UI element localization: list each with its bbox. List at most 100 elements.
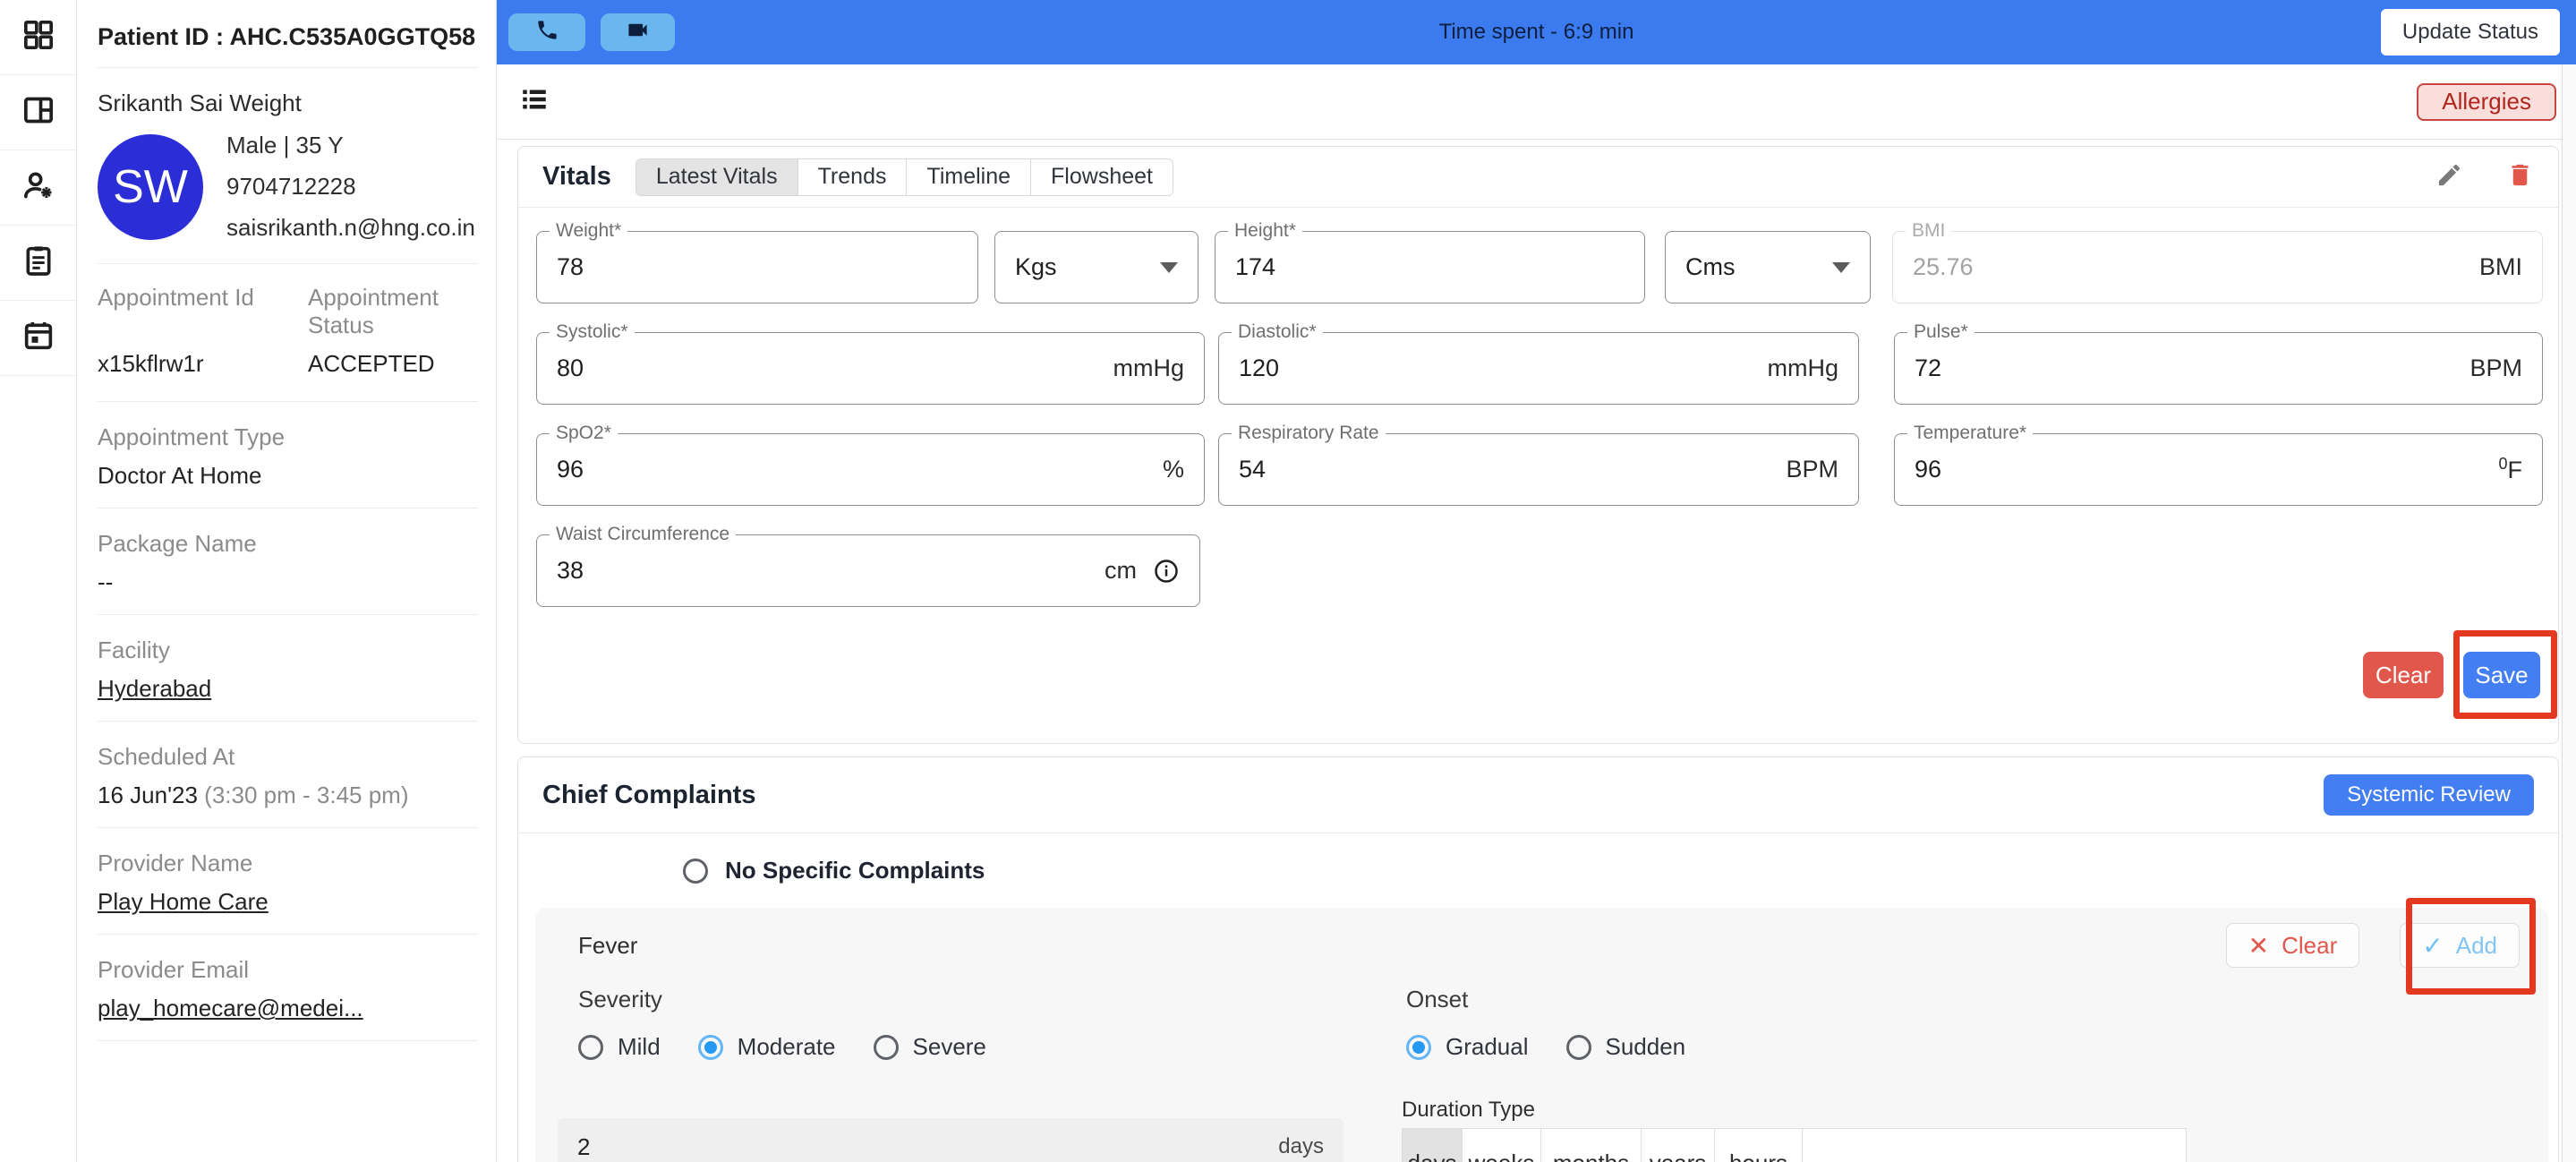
systemic-review-button[interactable]: Systemic Review bbox=[2324, 774, 2534, 816]
diastolic-suffix: mmHg bbox=[1768, 355, 1839, 382]
vitals-form: Weight* 78 Kgs Height* 174 Cms bbox=[518, 208, 2558, 607]
bmi-value: 25.76 bbox=[1913, 253, 2479, 281]
weight-label: Weight* bbox=[550, 220, 627, 242]
sidebar-item-clipboard[interactable] bbox=[0, 226, 76, 301]
spo2-field[interactable]: SpO2* 96 % bbox=[536, 433, 1205, 506]
phone-call-button[interactable] bbox=[508, 13, 585, 51]
scheduled-at-value: 16 Jun'23 (3:30 pm - 3:45 pm) bbox=[98, 782, 478, 809]
pulse-suffix: BPM bbox=[2469, 355, 2522, 382]
delete-vitals-button[interactable] bbox=[2506, 161, 2534, 193]
complaint-add-label: Add bbox=[2456, 932, 2497, 960]
radio-circle bbox=[1566, 1035, 1591, 1060]
package-name-label: Package Name bbox=[98, 530, 478, 558]
no-specific-complaints-option[interactable]: No Specific Complaints bbox=[518, 833, 2558, 908]
onset-option-sudden[interactable]: Sudden bbox=[1566, 1033, 1686, 1061]
onset-group: Onset Gradual Sudden bbox=[1406, 986, 1723, 1061]
weight-field[interactable]: Weight* 78 bbox=[536, 231, 978, 303]
severity-group: Severity Mild Moderate bbox=[578, 986, 1024, 1061]
radio-circle-selected bbox=[698, 1035, 723, 1060]
tab-flowsheet[interactable]: Flowsheet bbox=[1031, 159, 1173, 195]
vitals-actions: Clear Save bbox=[2363, 652, 2540, 698]
vitals-clear-button[interactable]: Clear bbox=[2363, 652, 2444, 698]
no-specific-complaints-radio[interactable] bbox=[683, 859, 708, 884]
scheduled-at-label: Scheduled At bbox=[98, 743, 478, 771]
temperature-field[interactable]: Temperature* 96 0F bbox=[1894, 433, 2543, 506]
temperature-value: 96 bbox=[1915, 456, 2498, 483]
temperature-suffix: 0F bbox=[2498, 455, 2522, 484]
provider-email-link[interactable]: play_homecare@medei... bbox=[98, 995, 465, 1022]
vitals-card: Vitals Latest Vitals Trends Timeline Flo… bbox=[517, 146, 2559, 744]
video-call-button[interactable] bbox=[601, 13, 675, 51]
scheduled-time: (3:30 pm - 3:45 pm) bbox=[198, 782, 409, 808]
severity-moderate-label: Moderate bbox=[738, 1033, 836, 1061]
patient-name: Srikanth Sai Weight bbox=[98, 90, 478, 117]
chief-complaints-title: Chief Complaints bbox=[542, 781, 755, 810]
respiratory-rate-label: Respiratory Rate bbox=[1232, 423, 1386, 444]
weight-unit-select[interactable]: Kgs bbox=[994, 231, 1198, 303]
severity-option-severe[interactable]: Severe bbox=[874, 1033, 986, 1061]
tab-trends[interactable]: Trends bbox=[798, 159, 908, 195]
close-x-icon: ✕ bbox=[2248, 931, 2269, 961]
chevron-down-icon bbox=[1832, 262, 1850, 273]
facility-link[interactable]: Hyderabad bbox=[98, 675, 478, 703]
list-view-button[interactable] bbox=[516, 84, 552, 120]
respiratory-rate-field[interactable]: Respiratory Rate 54 BPM bbox=[1218, 433, 1859, 506]
onset-option-gradual[interactable]: Gradual bbox=[1406, 1033, 1529, 1061]
icon-rail bbox=[0, 0, 77, 1162]
calendar-icon bbox=[21, 318, 56, 358]
appointment-status-value: ACCEPTED bbox=[308, 350, 478, 378]
height-field[interactable]: Height* 174 bbox=[1215, 231, 1645, 303]
vitals-save-button[interactable]: Save bbox=[2463, 652, 2540, 698]
tab-latest-vitals[interactable]: Latest Vitals bbox=[636, 159, 798, 195]
diastolic-field[interactable]: Diastolic* 120 mmHg bbox=[1218, 332, 1859, 405]
duration-type-label: Duration Type bbox=[1402, 1098, 1535, 1123]
duration-type-segmented-control: days weeks months years hours bbox=[1402, 1128, 2187, 1162]
sidebar-item-manage-accounts[interactable] bbox=[0, 150, 76, 226]
vitals-title: Vitals bbox=[542, 162, 611, 192]
provider-name-link[interactable]: Play Home Care bbox=[98, 888, 478, 916]
appointment-id-label: Appointment Id bbox=[98, 284, 308, 339]
sidebar-item-layout[interactable] bbox=[0, 75, 76, 150]
respiratory-rate-value: 54 bbox=[1239, 456, 1786, 483]
scrollbar-track[interactable] bbox=[2562, 64, 2576, 1162]
appointment-status-label: Appointment Status bbox=[308, 284, 478, 339]
manage-accounts-icon bbox=[21, 167, 56, 208]
duration-type-years[interactable]: years bbox=[1642, 1129, 1715, 1162]
tab-timeline[interactable]: Timeline bbox=[907, 159, 1031, 195]
provider-name-label: Provider Name bbox=[98, 850, 478, 877]
waist-circumference-field[interactable]: Waist Circumference 38 cm bbox=[536, 534, 1200, 607]
complaint-clear-button[interactable]: ✕ Clear bbox=[2226, 923, 2360, 968]
duration-type-months[interactable]: months bbox=[1541, 1129, 1642, 1162]
pulse-field[interactable]: Pulse* 72 BPM bbox=[1894, 332, 2543, 405]
main-content: Vitals Latest Vitals Trends Timeline Flo… bbox=[497, 140, 2576, 1162]
severity-option-moderate[interactable]: Moderate bbox=[698, 1033, 836, 1061]
duration-type-weeks[interactable]: weeks bbox=[1463, 1129, 1541, 1162]
weight-unit-value: Kgs bbox=[1015, 253, 1149, 281]
provider-email-label: Provider Email bbox=[98, 956, 478, 984]
height-unit-select[interactable]: Cms bbox=[1665, 231, 1871, 303]
complaint-add-button[interactable]: ✓ Add bbox=[2400, 923, 2520, 968]
sidebar-item-dashboard[interactable] bbox=[0, 0, 76, 75]
allergies-badge[interactable]: Allergies bbox=[2417, 83, 2556, 121]
pulse-value: 72 bbox=[1915, 355, 2469, 382]
height-unit-value: Cms bbox=[1685, 253, 1821, 281]
phone-icon bbox=[535, 18, 559, 47]
pulse-label: Pulse* bbox=[1907, 321, 1975, 343]
edit-vitals-button[interactable] bbox=[2435, 161, 2463, 193]
severity-option-mild[interactable]: Mild bbox=[578, 1033, 661, 1061]
duration-input[interactable]: 2 days bbox=[558, 1118, 1343, 1162]
app-root: Patient ID : AHC.C535A0GGTQ58 Srikanth S… bbox=[0, 0, 2576, 1162]
update-status-button[interactable]: Update Status bbox=[2381, 9, 2560, 56]
duration-value: 2 bbox=[577, 1133, 1278, 1161]
duration-type-days[interactable]: days bbox=[1403, 1129, 1463, 1162]
bmi-field: BMI 25.76 BMI bbox=[1892, 231, 2543, 303]
systolic-field[interactable]: Systolic* 80 mmHg bbox=[536, 332, 1205, 405]
spo2-label: SpO2* bbox=[550, 423, 618, 444]
delete-trash-icon bbox=[2506, 161, 2534, 193]
radio-circle bbox=[578, 1035, 603, 1060]
duration-type-hours[interactable]: hours bbox=[1715, 1129, 1803, 1162]
systolic-suffix: mmHg bbox=[1113, 355, 1185, 382]
bmi-suffix: BMI bbox=[2479, 253, 2522, 281]
info-icon[interactable] bbox=[1153, 558, 1180, 585]
sidebar-item-calendar[interactable] bbox=[0, 301, 76, 376]
